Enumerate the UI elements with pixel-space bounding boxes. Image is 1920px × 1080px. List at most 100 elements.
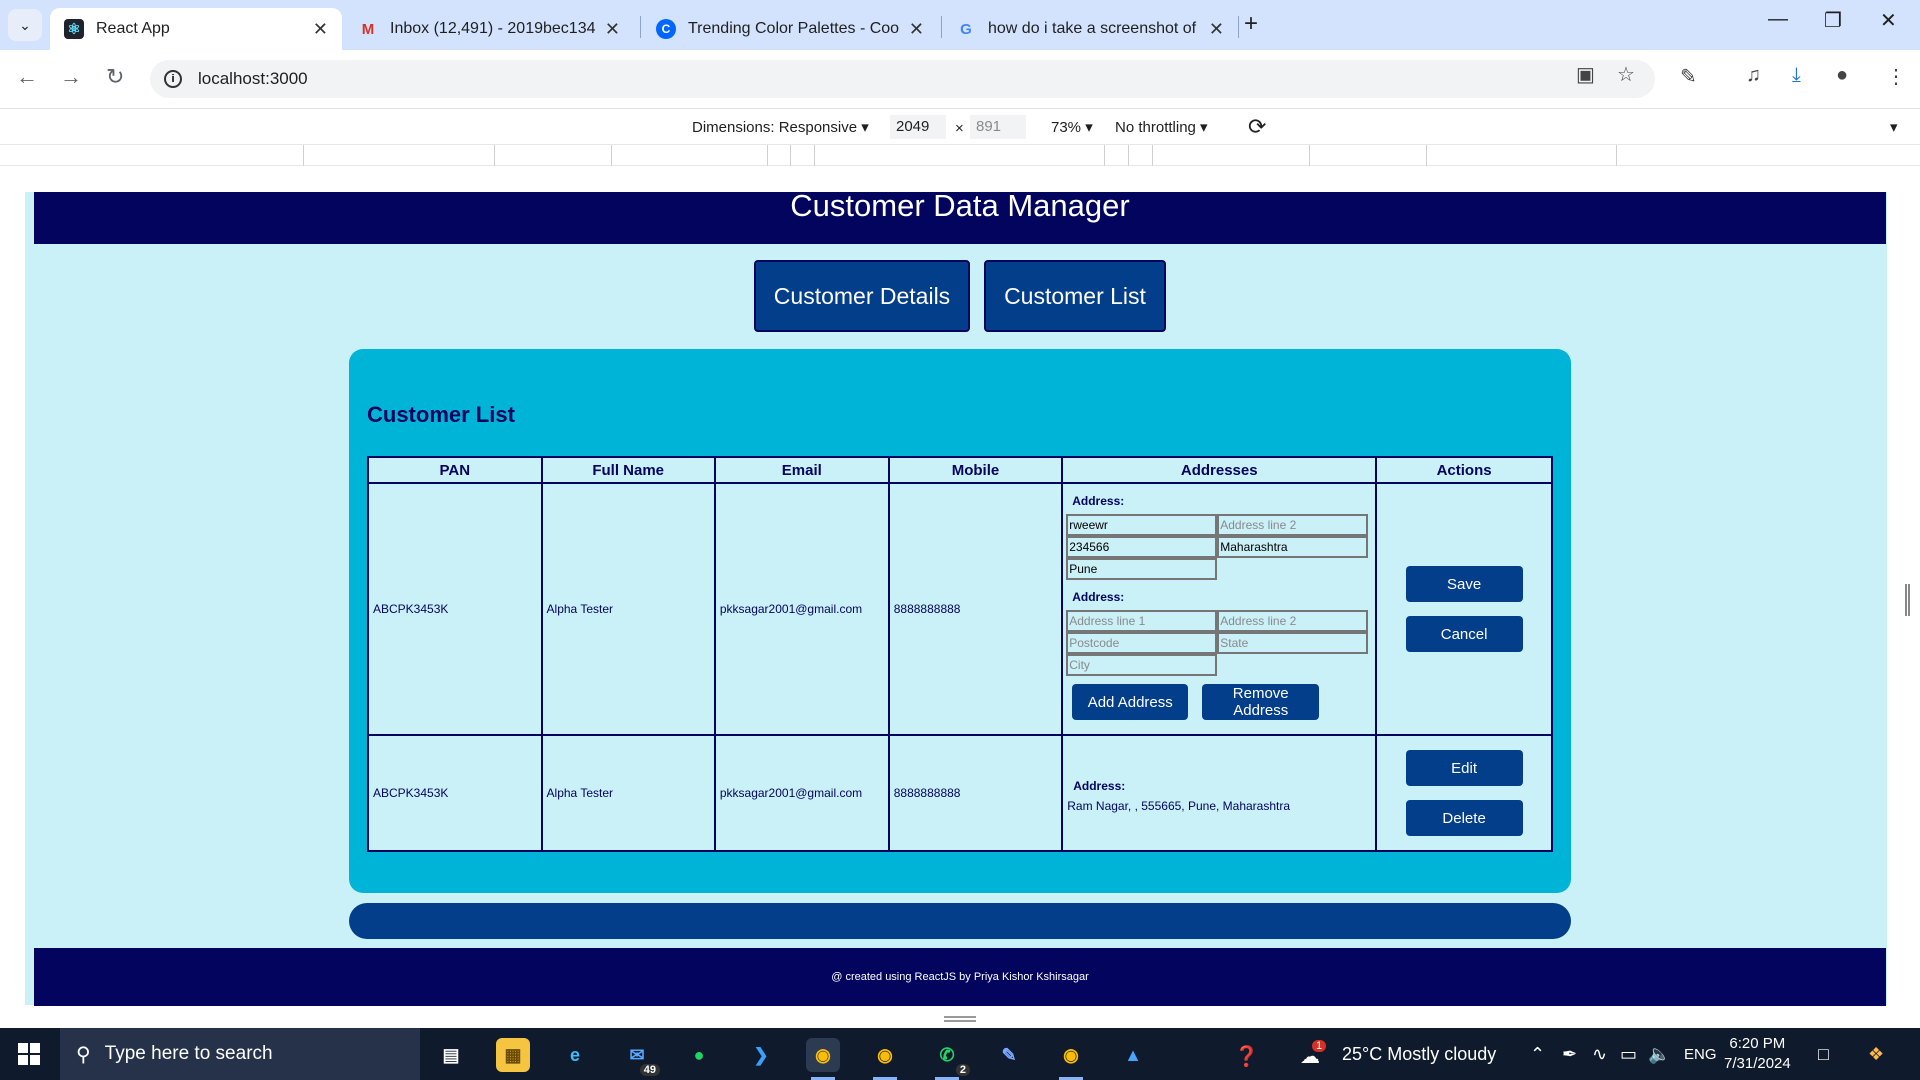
pen-icon[interactable]: ✒ (1562, 1044, 1577, 1065)
customer-list-button[interactable]: Customer List (984, 260, 1166, 332)
column-header-full-name: Full Name (540, 456, 716, 484)
tab-inbox[interactable]: M Inbox (12,491) - 2019bec134@s ✕ (344, 8, 634, 50)
rotate-icon[interactable]: ⟳ (1248, 114, 1266, 140)
resize-handle[interactable] (944, 1016, 976, 1022)
drawing-app-icon[interactable]: ✎ (992, 1038, 1026, 1072)
postcode-input[interactable] (1066, 536, 1218, 558)
address-bar[interactable]: i localhost:3000 (150, 60, 1655, 98)
search-placeholder: Type here to search (104, 1043, 273, 1064)
mail-icon[interactable]: ✉ 49 (620, 1038, 660, 1076)
dimensions-label: Dimensions: Responsive (692, 119, 858, 136)
new-tab-button[interactable]: + (1244, 10, 1258, 38)
chrome-icon[interactable]: ◉ (806, 1038, 840, 1080)
forward-icon[interactable]: → (60, 64, 82, 90)
city-input[interactable] (1066, 558, 1218, 580)
chevron-up-icon[interactable]: ⌃ (1530, 1044, 1545, 1065)
volume-icon[interactable]: 🔈 (1648, 1044, 1670, 1065)
postcode-input[interactable] (1066, 632, 1218, 654)
help-icon[interactable]: ❓ (1234, 1044, 1259, 1069)
media-control-icon[interactable]: ♫ (1746, 64, 1761, 87)
zoom-dropdown[interactable]: 73% ▾ (1051, 118, 1093, 136)
state-input[interactable] (1217, 536, 1369, 558)
address-line1-input[interactable] (1066, 610, 1218, 632)
spotify-icon[interactable]: ● (682, 1038, 716, 1072)
dimensions-dropdown[interactable]: Dimensions: Responsive ▾ (692, 118, 869, 136)
edge-icon[interactable]: e (558, 1038, 592, 1072)
close-icon[interactable]: ✕ (1209, 19, 1224, 40)
cell-actions: Save Cancel (1375, 482, 1553, 736)
task-view-icon[interactable]: ▤ (434, 1038, 468, 1072)
add-address-button[interactable]: Add Address (1072, 684, 1189, 720)
restore-icon[interactable]: ❐ (1824, 8, 1842, 33)
width-input[interactable]: 2049 (890, 115, 946, 139)
row-actions: Edit Delete (1381, 750, 1547, 836)
row-actions: Save Cancel (1381, 566, 1547, 652)
weather-text[interactable]: 25°C Mostly cloudy (1342, 1044, 1496, 1065)
whatsapp-icon[interactable]: ✆ 2 (930, 1038, 970, 1080)
media-query-ruler (0, 144, 1920, 167)
clock[interactable]: 6:20 PM 7/31/2024 (1724, 1034, 1791, 1074)
address-line2-input[interactable] (1217, 610, 1369, 632)
tab-title: Inbox (12,491) - 2019bec134@s (390, 20, 595, 37)
windows-taskbar: ⚲ Type here to search ▤ ▦ e ✉ 49 ● ❯ ◉ ◉ … (0, 1028, 1920, 1080)
menu-kebab-icon[interactable]: ⋮ (1886, 64, 1906, 89)
page-title: Customer Data Manager (790, 188, 1130, 223)
tab-title: Trending Color Palettes - Coolo (688, 20, 899, 37)
throttling-dropdown[interactable]: No throttling ▾ (1115, 118, 1208, 136)
wifi-icon[interactable]: ∿ (1592, 1044, 1607, 1065)
minimize-icon[interactable]: — (1768, 8, 1788, 31)
vscode-icon[interactable]: ❯ (744, 1038, 778, 1072)
tab-search-button[interactable]: ⌄ (8, 9, 42, 41)
height-input[interactable]: 891 (970, 115, 1026, 139)
taskbar-search[interactable]: ⚲ Type here to search (60, 1028, 420, 1080)
download-icon[interactable]: ⤓ (1792, 64, 1801, 87)
window-close-icon[interactable]: ✕ (1880, 8, 1897, 33)
state-input[interactable] (1217, 632, 1369, 654)
copilot-icon[interactable]: ❖ (1868, 1044, 1884, 1065)
address-line1-input[interactable] (1066, 514, 1218, 536)
column-header-addresses: Addresses (1061, 456, 1378, 484)
chrome-profile-icon[interactable]: ◉ (868, 1038, 902, 1080)
side-resize-handle[interactable] (1905, 584, 1910, 616)
edit-button[interactable]: Edit (1405, 750, 1523, 786)
remove-address-button[interactable]: Remove Address (1202, 684, 1320, 720)
city-input[interactable] (1066, 654, 1218, 676)
site-info-icon[interactable]: i (164, 70, 182, 88)
devtools-more-icon[interactable]: ▾ (1890, 118, 1898, 136)
reload-icon[interactable]: ↻ (106, 64, 124, 90)
address-line2-input[interactable] (1217, 514, 1369, 536)
bookmark-star-icon[interactable]: ☆ (1617, 62, 1635, 87)
delete-button[interactable]: Delete (1405, 800, 1523, 836)
tab-coolors[interactable]: C Trending Color Palettes - Coolo ✕ (642, 8, 938, 50)
tab-title: React App (96, 20, 170, 37)
clock-time: 6:20 PM (1729, 1035, 1786, 1052)
cell-mobile: 8888888888 (887, 734, 1064, 852)
windows-start-icon[interactable] (18, 1043, 40, 1065)
extensions-icon[interactable]: ✎ (1680, 64, 1697, 89)
weather-icon[interactable]: ☁ 1 (1300, 1040, 1327, 1069)
language-indicator[interactable]: ENG (1684, 1046, 1717, 1063)
battery-icon[interactable]: ▭ (1620, 1044, 1637, 1065)
close-icon[interactable]: ✕ (605, 19, 620, 40)
clock-date: 7/31/2024 (1724, 1055, 1791, 1072)
tab-react-app[interactable]: ⚛ React App ✕ (50, 8, 342, 50)
close-icon[interactable]: ✕ (909, 19, 924, 40)
close-icon[interactable]: ✕ (313, 19, 328, 40)
cell-addresses: Address: Ram Nagar, , 555665, Pune, Maha… (1061, 734, 1378, 852)
tab-divider (640, 16, 641, 38)
tab-google-search[interactable]: G how do i take a screenshot of a ✕ (942, 8, 1238, 50)
chevron-down-icon: ⌄ (19, 16, 31, 33)
photos-icon[interactable]: ▲ (1116, 1038, 1150, 1072)
notification-icon[interactable]: □ (1818, 1044, 1829, 1065)
address-label: Address: (1072, 494, 1125, 508)
profile-avatar-icon[interactable]: ● (1836, 64, 1848, 87)
install-app-icon[interactable]: ▣ (1576, 62, 1595, 87)
react-icon: ⚛ (64, 19, 84, 39)
customer-details-button[interactable]: Customer Details (754, 260, 970, 332)
save-button[interactable]: Save (1405, 566, 1523, 602)
chrome-profile-2-icon[interactable]: ◉ (1054, 1038, 1088, 1080)
cancel-button[interactable]: Cancel (1405, 616, 1523, 652)
back-icon[interactable]: ← (16, 64, 38, 90)
column-header-email: Email (713, 456, 890, 484)
file-explorer-icon[interactable]: ▦ (496, 1038, 530, 1072)
